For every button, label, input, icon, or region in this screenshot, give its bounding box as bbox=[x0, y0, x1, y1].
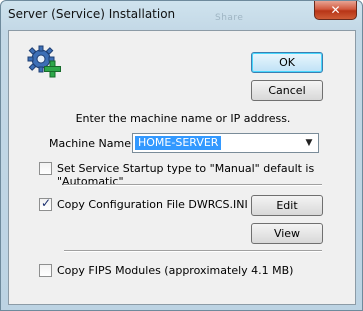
startup-manual-checkbox[interactable] bbox=[39, 162, 52, 175]
window-title: Server (Service) Installation bbox=[8, 7, 176, 21]
ok-button[interactable]: OK bbox=[251, 52, 323, 73]
edit-button[interactable]: Edit bbox=[251, 195, 323, 216]
instruction-text: Enter the machine name or IP address. bbox=[75, 112, 291, 125]
machine-name-label: Machine Name: bbox=[49, 137, 135, 150]
copy-fips-label[interactable]: Copy FIPS Modules (approximately 4.1 MB) bbox=[57, 264, 293, 277]
background-window-title: Share bbox=[215, 13, 244, 23]
dialog-window: Server (Service) Installation Share ✕ OK… bbox=[0, 0, 363, 311]
copy-config-label[interactable]: Copy Configuration File DWRCS.INI bbox=[57, 198, 248, 211]
gear-plus-icon bbox=[27, 45, 61, 78]
machine-name-combobox[interactable]: HOME-SERVER ▼ bbox=[132, 133, 319, 153]
cancel-button[interactable]: Cancel bbox=[251, 80, 323, 101]
close-icon: ✕ bbox=[330, 3, 341, 17]
machine-name-input[interactable]: HOME-SERVER bbox=[135, 136, 222, 150]
copy-fips-checkbox[interactable] bbox=[39, 264, 52, 277]
divider bbox=[64, 250, 322, 252]
dialog-body: OK Cancel Enter the machine name or IP a… bbox=[8, 30, 356, 305]
divider bbox=[64, 184, 322, 186]
copy-config-checkbox[interactable]: ✓ bbox=[39, 196, 52, 211]
checkmark-icon: ✓ bbox=[41, 196, 52, 210]
close-button[interactable]: ✕ bbox=[314, 1, 357, 20]
dropdown-arrow-icon[interactable]: ▼ bbox=[302, 136, 316, 150]
title-bar[interactable]: Server (Service) Installation Share ✕ bbox=[1, 1, 362, 29]
view-button[interactable]: View bbox=[251, 223, 323, 244]
